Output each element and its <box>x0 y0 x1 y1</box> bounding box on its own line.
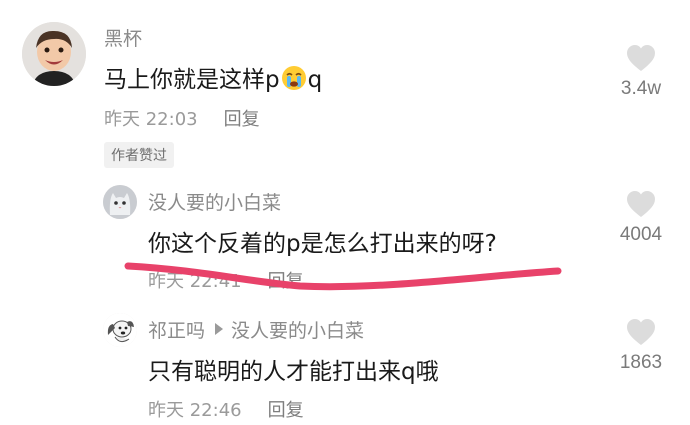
comment-time: 昨天 22:46 <box>148 400 242 421</box>
heart-icon <box>627 45 655 71</box>
avatar[interactable] <box>22 22 86 86</box>
reply-button[interactable]: 回复 <box>268 400 304 421</box>
comment-time: 昨天 22:03 <box>104 109 198 130</box>
dog-avatar-icon <box>103 313 137 347</box>
comment-meta: 昨天 22:46 回复 <box>148 396 304 422</box>
comment-text-part: 马上你就是这样p <box>104 67 280 93</box>
username[interactable]: 祁正吗 <box>148 320 205 342</box>
reply-button[interactable]: 回复 <box>268 271 304 292</box>
comment-meta: 昨天 22:03 回复 <box>104 105 260 131</box>
username[interactable]: 没人要的小白菜 <box>148 188 281 215</box>
comment-meta: 昨天 22:41 回复 <box>148 267 304 293</box>
avatar[interactable] <box>103 313 137 347</box>
child-avatar-icon <box>22 22 86 86</box>
like-button[interactable]: 4004 <box>606 190 676 246</box>
username-line: 祁正吗 没人要的小白菜 <box>148 316 364 343</box>
comment-time: 昨天 22:41 <box>148 271 242 292</box>
author-liked-badge: 作者赞过 <box>104 142 174 168</box>
comment-text: 只有聪明的人才能打出来q哦 <box>148 359 439 385</box>
like-count: 1863 <box>619 352 663 373</box>
cat-avatar-icon <box>103 185 137 219</box>
like-button[interactable]: 3.4w <box>606 44 676 100</box>
comment-text: 马上你就是这样p q <box>104 60 322 94</box>
heart-icon <box>627 319 655 345</box>
like-count: 3.4w <box>620 78 662 99</box>
reply-arrow-icon <box>215 323 224 335</box>
comment-text-part: q <box>307 67 323 93</box>
heart-icon <box>627 191 655 217</box>
username[interactable]: 黑杯 <box>104 24 142 51</box>
avatar[interactable] <box>103 185 137 219</box>
like-button[interactable]: 1863 <box>606 318 676 374</box>
like-count: 4004 <box>619 224 663 245</box>
crying-emoji-icon <box>281 66 306 90</box>
comment-text: 你这个反着的p是怎么打出来的呀? <box>148 231 497 257</box>
reply-to-username[interactable]: 没人要的小白菜 <box>231 320 364 342</box>
reply-button[interactable]: 回复 <box>224 109 260 130</box>
